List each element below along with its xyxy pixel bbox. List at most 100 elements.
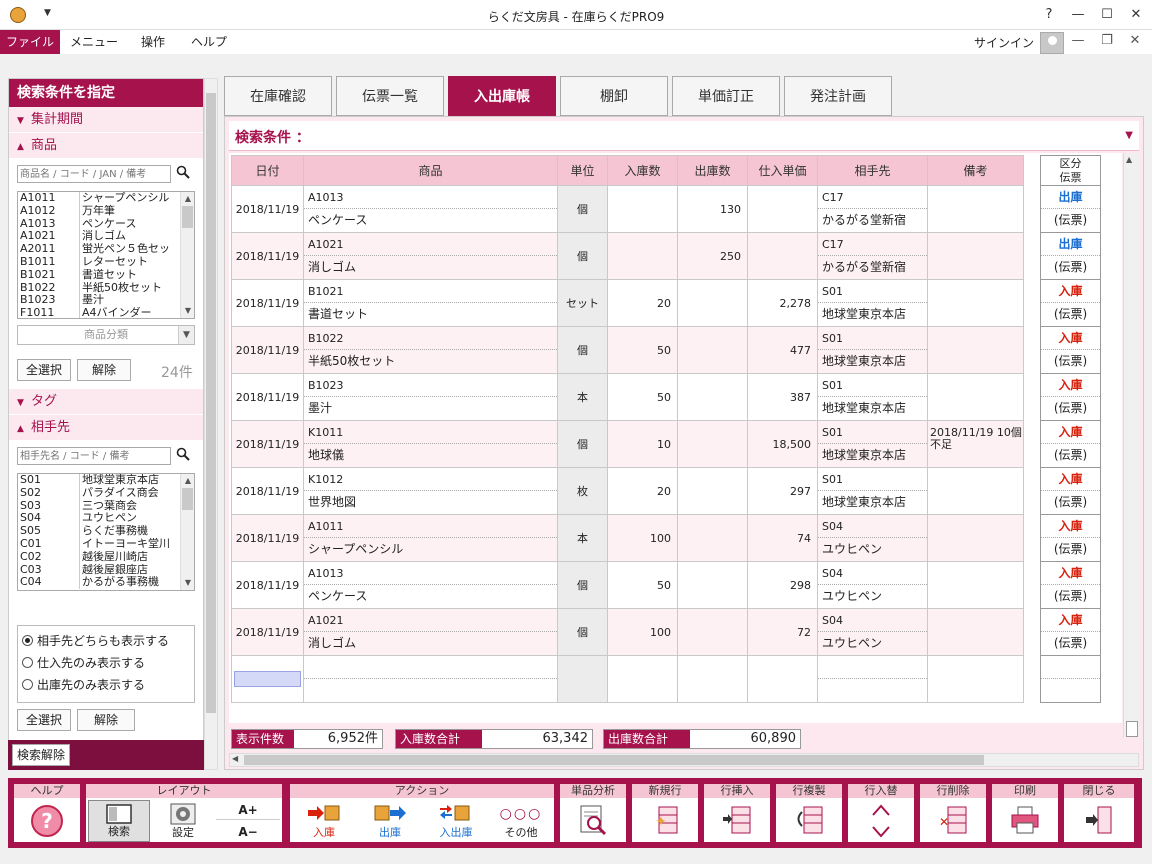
cell-product[interactable]: A1013 ペンケース [303,561,558,609]
cell-unit[interactable]: 個 [557,420,608,468]
kubun-type[interactable]: 入庫 [1041,327,1100,350]
cell-note[interactable] [927,279,1024,327]
kubun-type[interactable]: 入庫 [1041,515,1100,538]
cell-out-qty[interactable] [677,655,748,703]
cell-product[interactable]: B1022 半紙50枚セット [303,326,558,374]
cell-in-qty[interactable]: 100 [607,608,678,656]
cell-unit-price[interactable] [747,232,818,280]
cell-kubun[interactable]: 出庫 (伝票) [1040,232,1101,280]
cell-partner[interactable]: S01 地球堂東京本店 [817,420,928,468]
cell-date[interactable]: 2018/11/19 [231,561,304,609]
cell-kubun[interactable] [1040,655,1101,703]
cell-date[interactable] [231,655,304,703]
kubun-row[interactable]: 入庫 (伝票) [1040,608,1101,656]
cell-unit-price[interactable]: 298 [747,561,818,609]
scroll-left-icon[interactable]: ◀ [232,754,238,763]
cell-product[interactable]: B1023 墨汁 [303,373,558,421]
cell-unit[interactable]: 本 [557,373,608,421]
partner-list-item[interactable]: S02 パラダイス商会 [18,486,182,500]
scroll-up-icon[interactable]: ▲ [1126,155,1132,164]
print-button[interactable] [992,800,1058,842]
cell-unit-price[interactable] [747,655,818,703]
kubun-type[interactable]: 入庫 [1041,421,1100,444]
partner-clear-button[interactable]: 解除 [77,709,135,731]
cell-note[interactable] [927,373,1024,421]
kubun-type[interactable]: 出庫 [1041,233,1100,256]
item-analysis-button[interactable] [560,800,626,842]
signin-link[interactable]: サインイン [974,34,1034,51]
radio-dot[interactable] [22,635,33,646]
search-icon[interactable] [176,447,190,461]
cell-date[interactable]: 2018/11/19 [231,467,304,515]
cell-kubun[interactable]: 入庫 (伝票) [1040,608,1101,656]
table-row[interactable]: 2018/11/19 B1023 墨汁 本 50 387 S01 地球堂東京本店 [231,373,1024,421]
cell-unit[interactable]: 個 [557,608,608,656]
insert-row-button[interactable] [704,800,770,842]
tab-order-plan[interactable]: 発注計画 [784,76,892,116]
cell-out-qty[interactable] [677,514,748,562]
radio-dot[interactable] [22,679,33,690]
ribbon-close-icon[interactable]: ✕ [1125,33,1145,48]
table-row[interactable]: 2018/11/19 A1011 シャープペンシル 本 100 74 S04 ユウヒペン [231,514,1024,562]
section-partner[interactable]: ▲ 相手先 [9,415,203,441]
new-input-row[interactable] [231,655,1024,703]
col-header-out-qty[interactable]: 出庫数 [677,155,748,186]
cell-kubun[interactable]: 入庫 (伝票) [1040,514,1101,562]
cell-product[interactable] [303,655,558,703]
kubun-row[interactable]: 入庫 (伝票) [1040,326,1101,374]
cell-kubun[interactable]: 入庫 (伝票) [1040,561,1101,609]
cell-out-qty[interactable] [677,326,748,374]
cell-out-qty[interactable] [677,373,748,421]
layout-search-button[interactable]: 検索 [88,800,150,842]
col-header-unit-price[interactable]: 仕入単価 [747,155,818,186]
partner-list[interactable]: S01 地球堂東京本店 S02 パラダイス商会 S03 三つ葉商会 S04 ユウヒペン S05 ら… [17,473,195,591]
cell-partner[interactable]: C17 かるがる堂新宿 [817,185,928,233]
product-list[interactable]: A1011 シャープペンシル A1012 万年筆 A1013 ペンケース A1021 消しゴム… [17,191,195,319]
cell-partner[interactable]: S04 ユウヒペン [817,514,928,562]
kubun-row[interactable]: 入庫 (伝票) [1040,467,1101,515]
cell-date[interactable]: 2018/11/19 [231,232,304,280]
cell-note[interactable] [927,514,1024,562]
cell-out-qty[interactable]: 250 [677,232,748,280]
table-row[interactable]: 2018/11/19 A1021 消しゴム 個 250 C17 かるがる堂新宿 [231,232,1024,280]
col-header-date[interactable]: 日付 [231,155,304,186]
slip-link[interactable]: (伝票) [1041,632,1100,655]
action-in-button[interactable]: 入庫 [292,800,356,842]
cell-in-qty[interactable]: 10 [607,420,678,468]
menu-menu[interactable]: メニュー [64,30,124,54]
grid-horizontal-scrollbar[interactable]: ◀ [229,753,1139,767]
swap-row-down-button[interactable] [848,822,914,842]
cell-note[interactable] [927,655,1024,703]
cell-out-qty[interactable] [677,561,748,609]
partner-list-item[interactable]: C04 かるがる事務機 [18,576,182,590]
cell-in-qty[interactable] [607,655,678,703]
cell-kubun[interactable]: 入庫 (伝票) [1040,326,1101,374]
cell-partner[interactable]: C17 かるがる堂新宿 [817,232,928,280]
radio-supplier-only[interactable]: 仕入先のみ表示する [22,652,194,674]
cell-partner[interactable]: S01 地球堂東京本店 [817,467,928,515]
cell-unit-price[interactable]: 74 [747,514,818,562]
cell-date[interactable]: 2018/11/19 [231,420,304,468]
search-clear-button[interactable]: 検索解除 [12,744,71,766]
product-list-item[interactable]: A1013 ペンケース [18,217,182,231]
slip-link[interactable]: (伝票) [1041,538,1100,561]
kubun-row[interactable] [1040,655,1101,703]
partner-list-scrollbar[interactable]: ▲ ▼ [180,474,194,590]
cell-in-qty[interactable]: 50 [607,561,678,609]
cell-unit[interactable] [557,655,608,703]
partner-list-item[interactable]: S04 ユウヒペン [18,512,182,526]
slip-link[interactable]: (伝票) [1041,397,1100,420]
scroll-down-icon[interactable]: ▼ [181,576,194,590]
help-button[interactable]: ? [14,800,80,842]
action-out-button[interactable]: 出庫 [358,800,422,842]
product-clear-button[interactable]: 解除 [77,359,131,381]
action-inout-button[interactable]: 入出庫 [424,800,488,842]
cell-unit-price[interactable]: 477 [747,326,818,374]
cell-in-qty[interactable]: 100 [607,514,678,562]
table-row[interactable]: 2018/11/19 K1011 地球儀 個 10 18,500 S01 地球堂東京本店 201… [231,420,1024,468]
help-icon[interactable]: ? [1035,4,1063,26]
kubun-type[interactable]: 入庫 [1041,609,1100,632]
search-icon[interactable] [176,165,190,179]
kubun-type[interactable]: 入庫 [1041,280,1100,303]
cell-partner[interactable]: S04 ユウヒペン [817,608,928,656]
